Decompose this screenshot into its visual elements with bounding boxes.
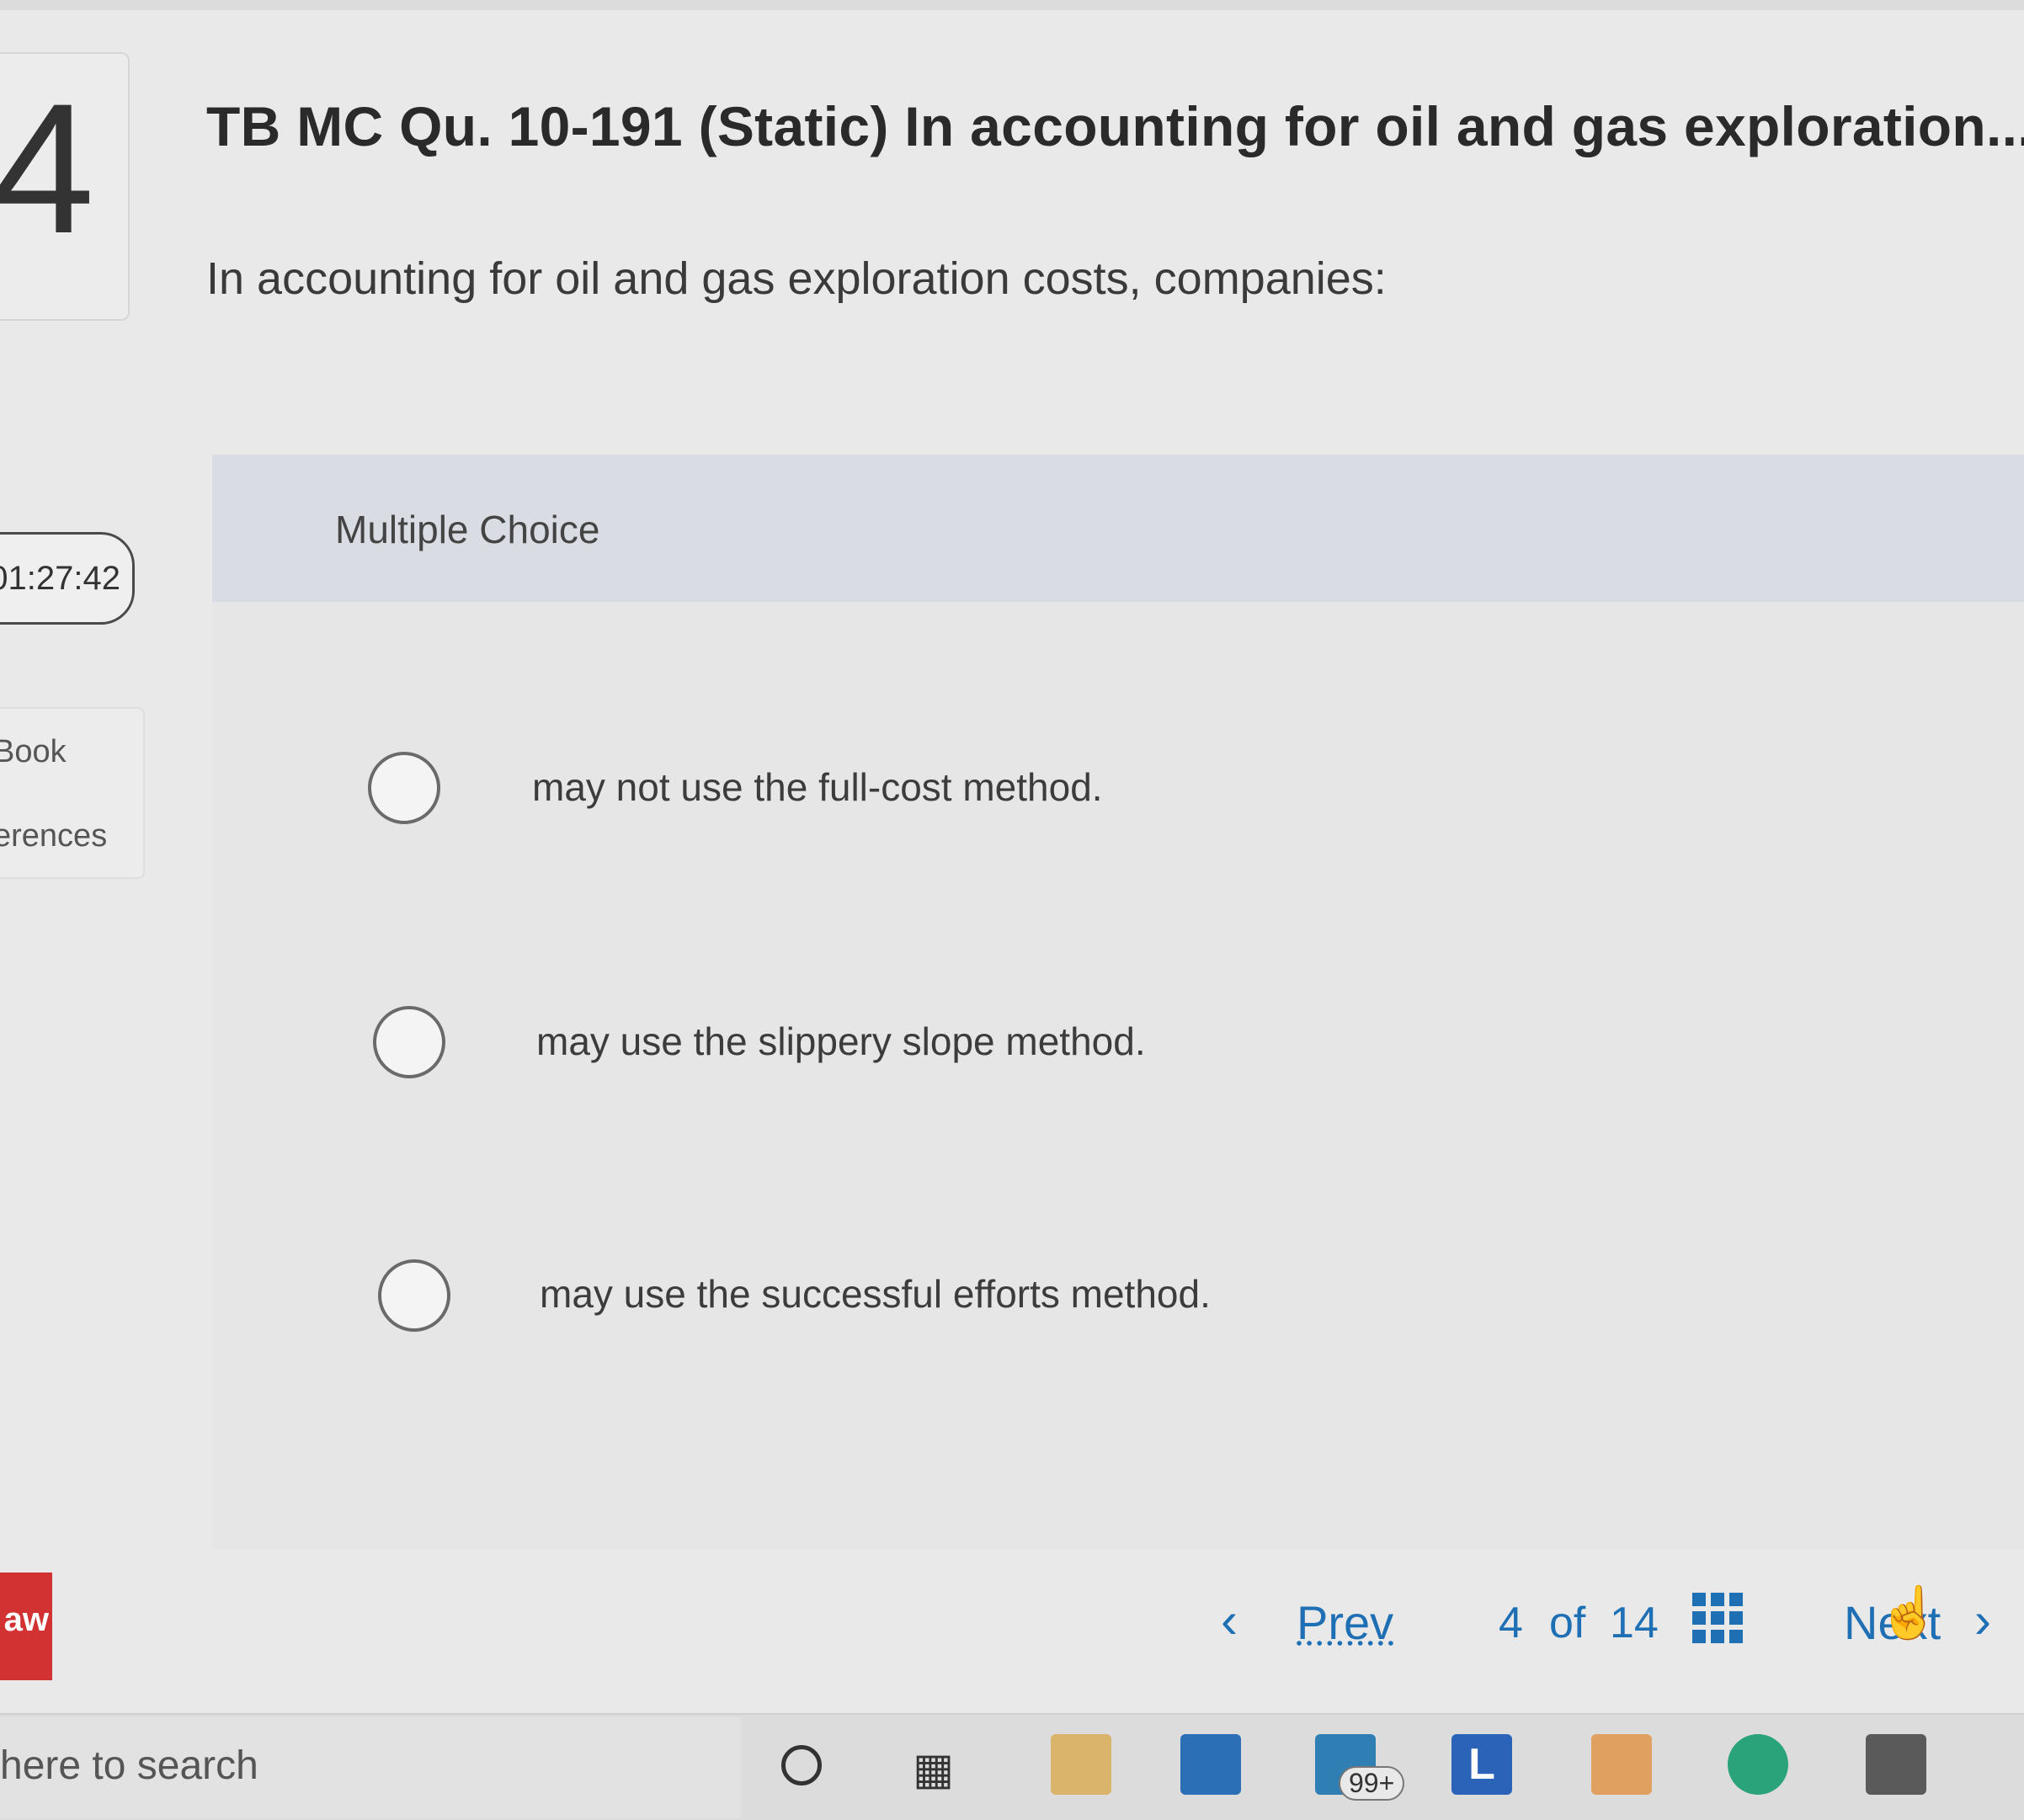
question-number: 4 <box>0 65 95 272</box>
timer[interactable]: 01:27:42 <box>0 532 135 625</box>
sidebar-links: Book erences <box>0 707 145 879</box>
chevron-right-icon[interactable]: › <box>1974 1591 1991 1649</box>
mail-badge: 99+ <box>1339 1766 1405 1801</box>
sidebar-link-ebook[interactable]: Book <box>0 734 67 770</box>
multiple-choice-label: Multiple Choice <box>335 508 600 551</box>
task-view-icon[interactable]: ▦ <box>913 1744 954 1795</box>
app-l-icon[interactable]: L <box>1451 1734 1512 1795</box>
publisher-logo: aw <box>0 1573 52 1680</box>
choice-3-text[interactable]: may use the successful efforts method. <box>540 1271 1211 1317</box>
question-prompt: In accounting for oil and gas exploratio… <box>206 253 1387 304</box>
store-icon[interactable] <box>1180 1734 1241 1795</box>
prev-button[interactable]: Prev <box>1297 1595 1393 1650</box>
sidebar-link-references[interactable]: erences <box>0 818 107 854</box>
page-of-label: of <box>1549 1599 1586 1647</box>
choice-1-radio[interactable] <box>368 752 440 824</box>
cortana-icon[interactable] <box>781 1745 822 1785</box>
file-explorer-icon[interactable] <box>1051 1734 1111 1795</box>
answer-panel <box>212 455 2024 1549</box>
logo-text: aw <box>3 1601 49 1638</box>
chevron-left-icon[interactable]: ‹ <box>1221 1591 1238 1649</box>
edge-icon[interactable] <box>1728 1734 1788 1795</box>
timer-value: 01:27:42 <box>0 559 120 597</box>
hand-cursor-icon: ☝ <box>1878 1584 1941 1641</box>
top-border <box>0 0 2024 10</box>
app-l-icon-letter: L <box>1468 1740 1495 1789</box>
choice-2-text[interactable]: may use the slippery slope method. <box>536 1019 1146 1064</box>
choice-1-text[interactable]: may not use the full-cost method. <box>532 764 1103 810</box>
choice-3-radio[interactable] <box>378 1259 450 1332</box>
question-title: TB MC Qu. 10-191 (Static) In accounting … <box>206 95 2024 157</box>
taskbar-search-placeholder[interactable]: here to search <box>0 1743 258 1789</box>
grid-icon[interactable] <box>1692 1593 1743 1643</box>
choice-2-radio[interactable] <box>373 1006 445 1078</box>
current-page: 4 <box>1499 1599 1523 1647</box>
calculator-icon[interactable] <box>1866 1734 1926 1795</box>
total-pages: 14 <box>1610 1599 1659 1647</box>
app-icon[interactable] <box>1591 1734 1652 1795</box>
